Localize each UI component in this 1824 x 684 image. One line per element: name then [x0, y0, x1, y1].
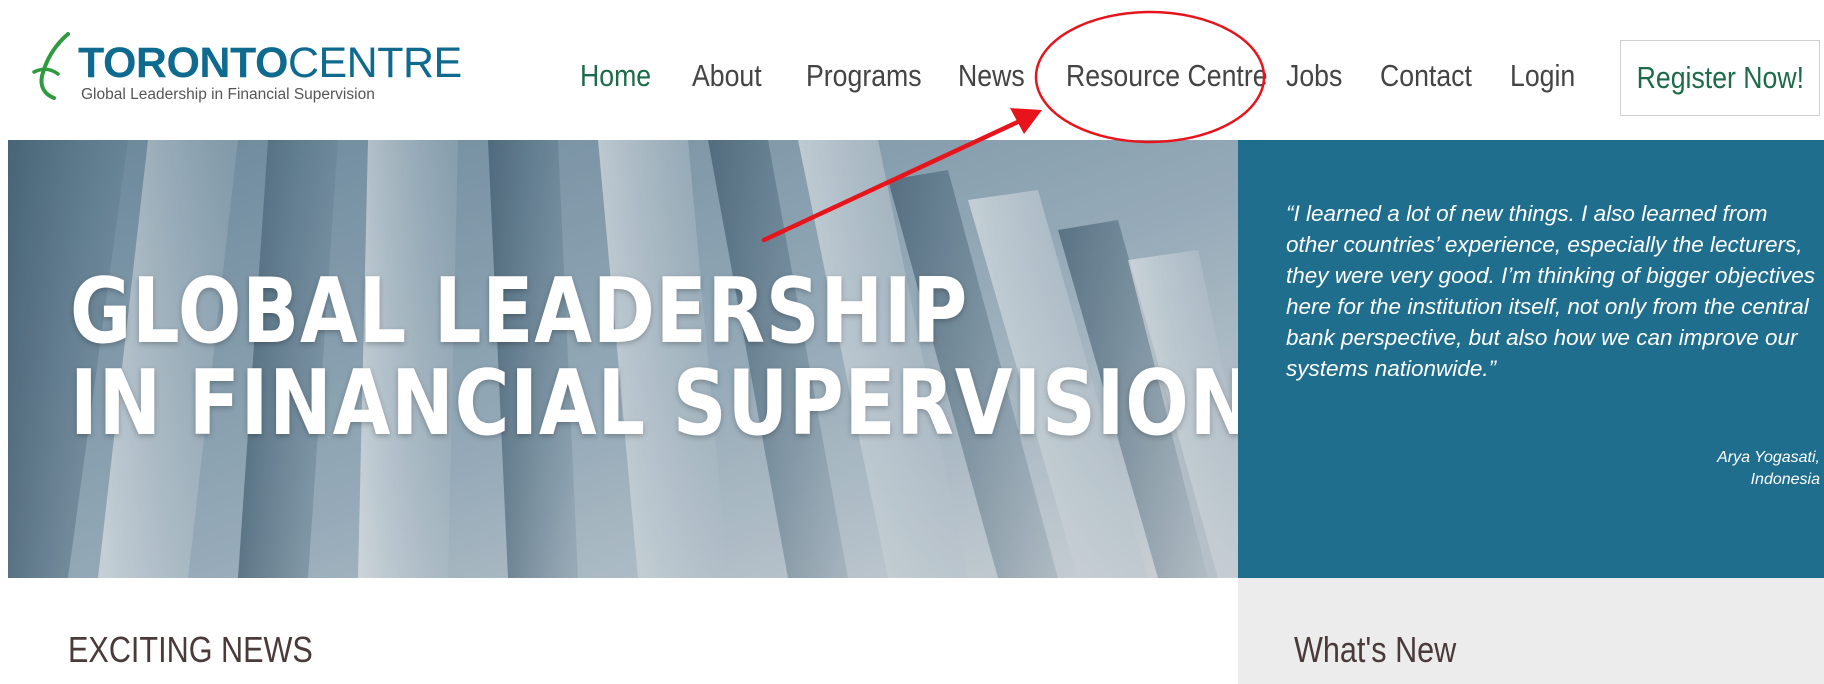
testimonial-quote: “I learned a lot of new things. I also l… [1286, 201, 1816, 381]
register-now-label: Register Now! [1636, 60, 1804, 95]
whats-new-panel: What's New [1238, 578, 1824, 684]
register-now-button[interactable]: Register Now! [1620, 40, 1820, 116]
leaf-swoosh-icon [32, 32, 70, 100]
testimonial-panel: “I learned a lot of new things. I also l… [1238, 140, 1824, 578]
testimonial-author-name: Arya Yogasati, [1717, 449, 1820, 466]
logo-word-bold: TORONTO [78, 39, 288, 87]
exciting-news-heading: EXCITING NEWS [68, 629, 313, 670]
nav-contact[interactable]: Contact [1380, 56, 1472, 96]
site-logo[interactable]: TORONTOCENTRE Global Leadership in Finan… [28, 30, 462, 110]
hero-banner: GLOBAL LEADERSHIP IN FINANCIAL SUPERVISI… [8, 140, 1238, 578]
testimonial-author: Arya Yogasati, Indonesia [1717, 447, 1820, 491]
nav-home[interactable]: Home [580, 56, 651, 96]
site-header: TORONTOCENTRE Global Leadership in Finan… [0, 0, 1824, 140]
hero-headline-line1: GLOBAL LEADERSHIP [70, 259, 969, 364]
logo-wordmark: TORONTOCENTRE [78, 40, 462, 86]
whats-new-heading: What's New [1294, 629, 1457, 670]
nav-resource-centre[interactable]: Resource Centre [1066, 56, 1268, 96]
hero-headline-line2: IN FINANCIAL SUPERVISION [70, 351, 1238, 456]
nav-jobs[interactable]: Jobs [1286, 56, 1342, 96]
nav-programs[interactable]: Programs [806, 56, 922, 96]
nav-news[interactable]: News [958, 56, 1025, 96]
logo-word-light: CENTRE [287, 39, 462, 87]
nav-login[interactable]: Login [1510, 56, 1575, 96]
logo-tagline: Global Leadership in Financial Supervisi… [81, 86, 375, 103]
nav-about[interactable]: About [692, 56, 762, 96]
testimonial-author-country: Indonesia [1750, 471, 1820, 488]
hero-headline: GLOBAL LEADERSHIP IN FINANCIAL SUPERVISI… [70, 266, 1238, 450]
